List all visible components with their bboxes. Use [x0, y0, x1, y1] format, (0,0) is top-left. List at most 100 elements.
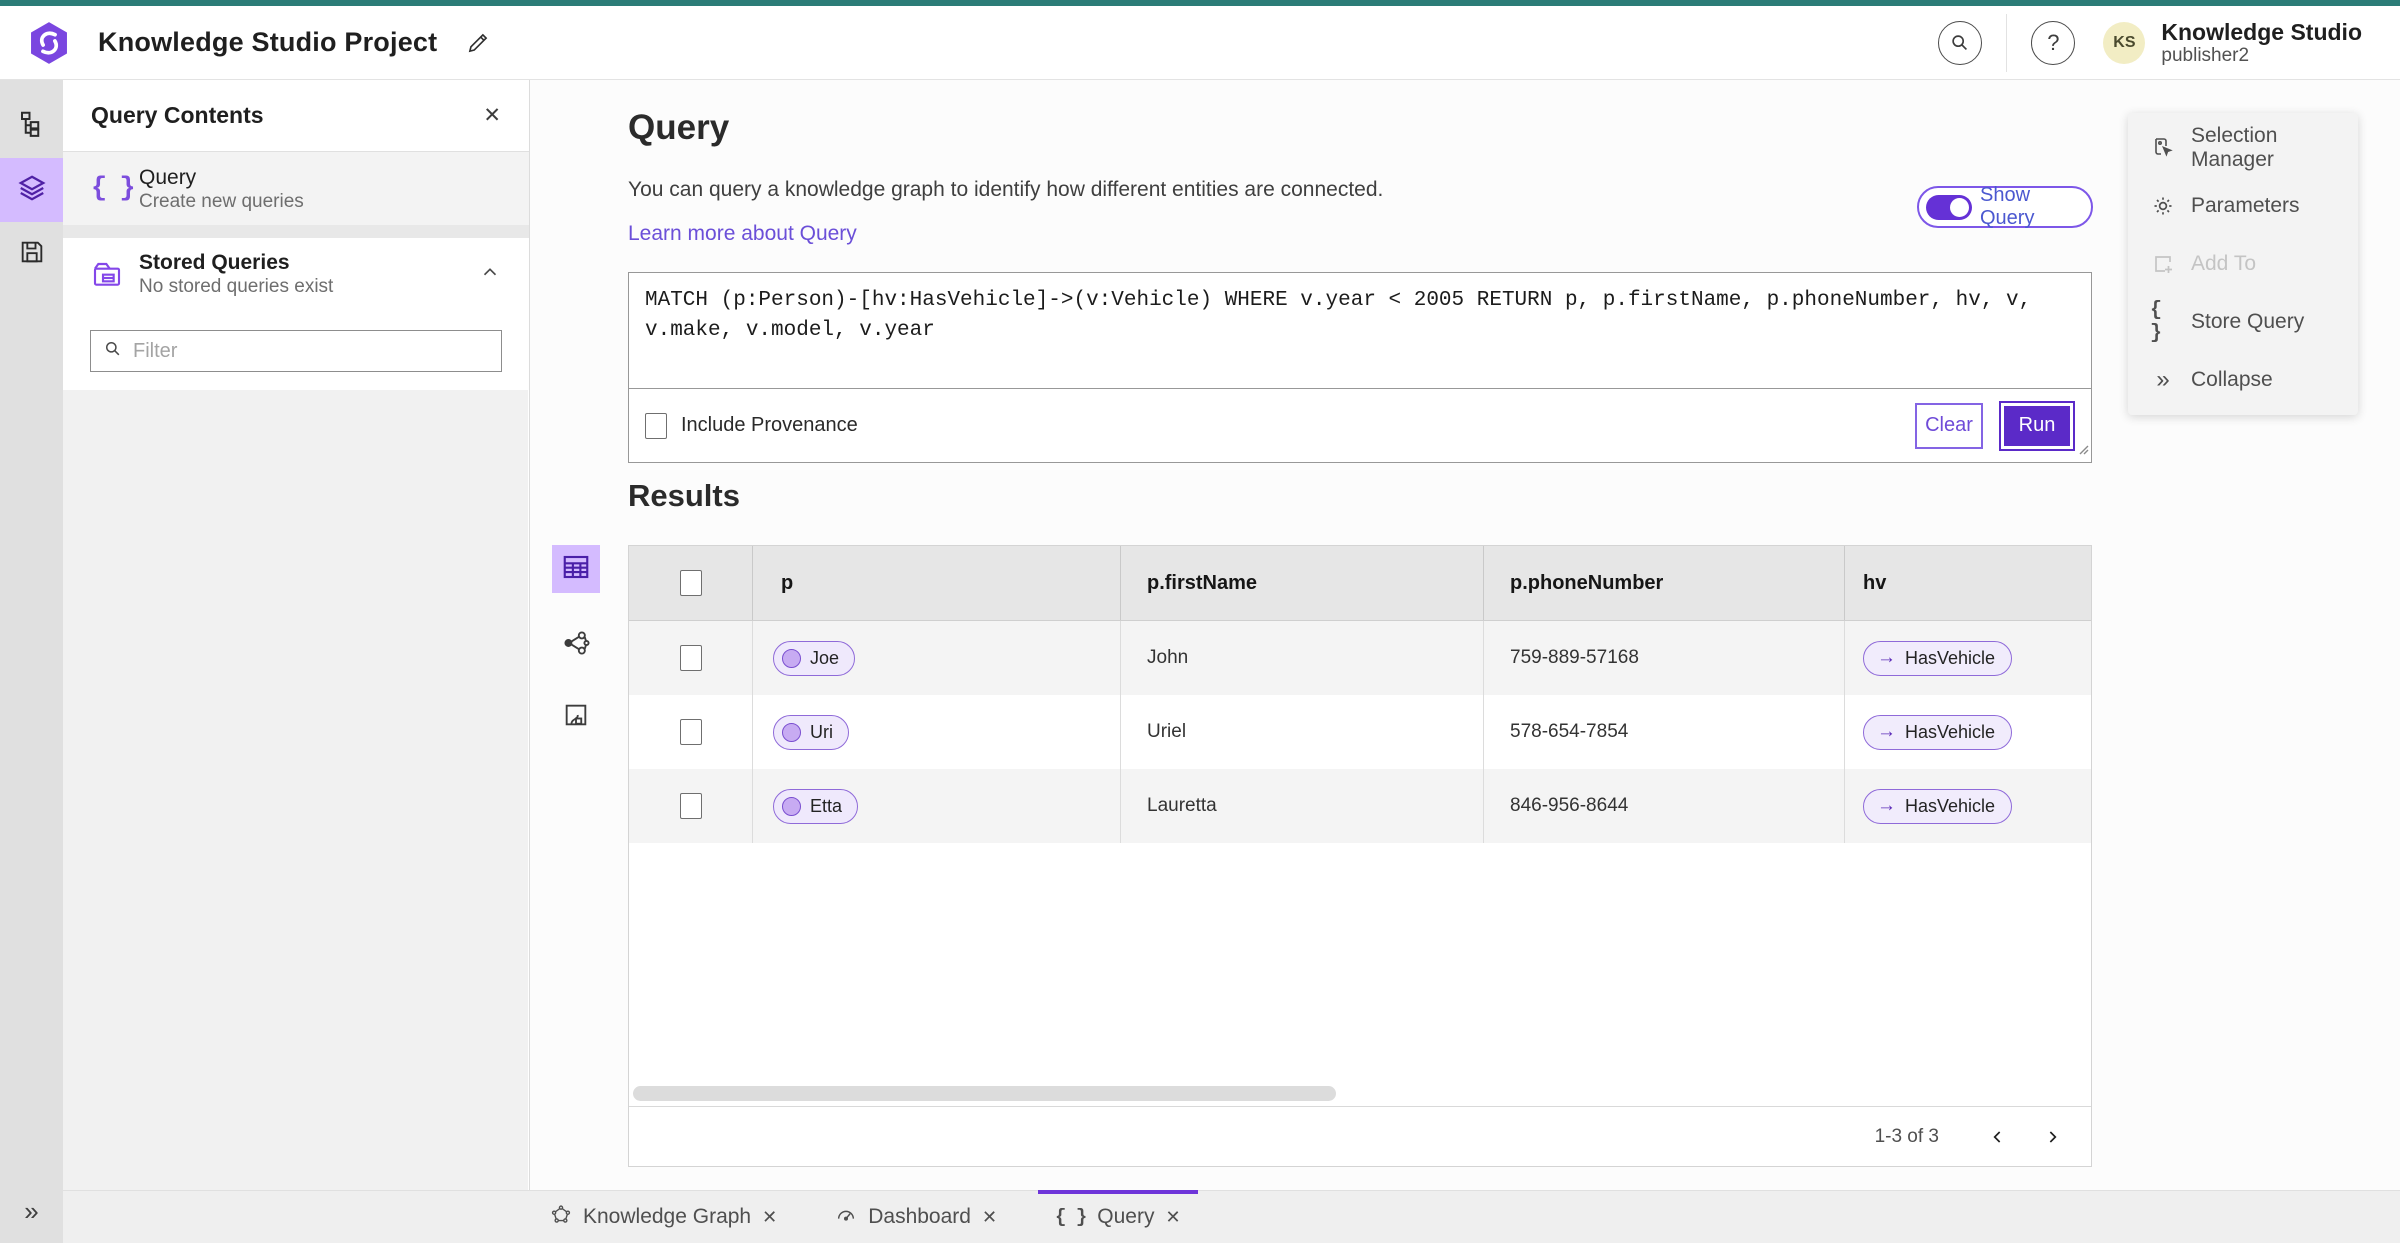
save-floppy-icon [18, 238, 46, 271]
toggle-on-icon[interactable] [1926, 194, 1972, 220]
query-description: You can query a knowledge graph to ident… [628, 178, 1384, 201]
node-dot-icon [782, 648, 801, 668]
menu-item-collapse[interactable]: » Collapse [2128, 351, 2358, 409]
show-query-label: Show Query [1980, 184, 2035, 229]
layers-icon [17, 173, 47, 208]
avatar[interactable]: KS [2103, 21, 2146, 64]
header-cell-phone[interactable]: p.phoneNumber [1484, 546, 1845, 620]
row-checkbox[interactable] [679, 719, 702, 745]
pagination-range: 1-3 of 3 [1874, 1125, 1939, 1147]
cell-firstname: John [1121, 621, 1484, 695]
graph-share-icon [562, 629, 590, 662]
graph-view-button[interactable] [552, 621, 600, 669]
selection-manager-icon [2150, 136, 2176, 160]
query-item-title: Query [139, 165, 197, 189]
tab-query[interactable]: { } Query ✕ [1038, 1190, 1198, 1243]
menu-item-store-query[interactable]: { } Store Query [2128, 293, 2358, 351]
sidebar-item-knowledge-graph[interactable] [0, 94, 63, 158]
row-checkbox[interactable] [679, 793, 702, 819]
previous-page-button[interactable] [1983, 1122, 2013, 1152]
tab-knowledge-graph[interactable]: Knowledge Graph ✕ [533, 1191, 794, 1243]
include-provenance-checkbox[interactable] [645, 412, 667, 439]
stored-item-title: Stored Queries [139, 251, 290, 274]
tab-label: Query [1097, 1205, 1155, 1228]
cell-phone: 759-889-57168 [1484, 621, 1845, 695]
collapse-icon: » [2156, 366, 2170, 393]
panel-divider [63, 225, 529, 238]
bottom-tab-bar: Knowledge Graph ✕ Dashboard ✕ { } Query … [63, 1190, 2400, 1243]
table-row[interactable]: Joe John 759-889-57168 → HasVehicle [629, 621, 2091, 695]
search-icon [103, 339, 123, 364]
edge-label: HasVehicle [1905, 647, 1996, 668]
query-textarea[interactable]: MATCH (p:Person)-[hv:HasVehicle]->(v:Veh… [629, 273, 2091, 389]
edge-pill[interactable]: → HasVehicle [1863, 714, 2013, 750]
sidebar-item-query[interactable] [0, 158, 63, 222]
close-icon[interactable]: ✕ [1165, 1207, 1180, 1228]
next-page-button[interactable] [2037, 1122, 2067, 1152]
clear-button[interactable]: Clear [1915, 402, 1983, 449]
tab-label: Knowledge Graph [583, 1205, 752, 1228]
header-cell-firstname[interactable]: p.firstName [1121, 546, 1484, 620]
sidebar-item-save[interactable] [0, 222, 63, 286]
header-cell-hv[interactable]: hv [1845, 546, 2091, 620]
search-button[interactable] [1938, 20, 1983, 65]
panel-item-stored-queries[interactable]: Stored Queries No stored queries exist [63, 238, 529, 310]
map-view-button[interactable] [552, 693, 600, 741]
query-actions-menu: Selection Manager Parameters Add To { } … [2128, 113, 2358, 415]
scrollbar-thumb[interactable] [633, 1086, 1336, 1101]
close-icon[interactable]: ✕ [982, 1207, 997, 1228]
run-button[interactable]: Run [1999, 400, 2075, 451]
expand-rail-button[interactable]: » [0, 1187, 63, 1235]
results-table: p p.firstName p.phoneNumber hv Joe John … [628, 545, 2092, 1167]
menu-item-selection-manager[interactable]: Selection Manager [2128, 119, 2358, 177]
node-label: Joe [810, 647, 840, 668]
braces-icon: { } [2150, 299, 2162, 345]
header-cell-p[interactable]: p [753, 546, 1121, 620]
node-pill[interactable]: Joe [773, 640, 856, 676]
add-to-icon [2150, 252, 2176, 276]
edit-title-icon[interactable] [465, 30, 491, 56]
filter-field [90, 330, 502, 372]
table-view-button[interactable] [552, 545, 600, 593]
arrow-right-icon: → [1877, 795, 1896, 816]
node-pill[interactable]: Etta [773, 788, 859, 824]
filter-input[interactable] [133, 339, 489, 363]
cell-phone: 846-956-8644 [1484, 769, 1845, 843]
menu-item-parameters[interactable]: Parameters [2128, 177, 2358, 235]
help-button[interactable]: ? [2031, 20, 2076, 65]
edge-pill[interactable]: → HasVehicle [1863, 788, 2013, 824]
panel-close-icon[interactable]: ✕ [483, 103, 501, 128]
learn-more-link[interactable]: Learn more about Query [628, 222, 857, 246]
select-all-checkbox[interactable] [679, 570, 702, 596]
gear-icon [2150, 194, 2176, 218]
horizontal-scrollbar [629, 1082, 2091, 1106]
tab-dashboard[interactable]: Dashboard ✕ [818, 1191, 1014, 1243]
header-actions: ? KS Knowledge Studio publisher2 [1938, 13, 2362, 72]
node-label: Etta [810, 795, 843, 816]
query-heading: Query [628, 108, 730, 147]
panel-item-query[interactable]: { } Query Create new queries [63, 152, 529, 225]
node-dot-icon [782, 722, 801, 742]
table-row[interactable]: Uri Uriel 578-654-7854 → HasVehicle [629, 695, 2091, 769]
cell-firstname: Uriel [1121, 695, 1484, 769]
table-row[interactable]: Etta Lauretta 846-956-8644 → HasVehicle [629, 769, 2091, 843]
resize-grip-icon[interactable] [2075, 441, 2089, 460]
edge-pill[interactable]: → HasVehicle [1863, 640, 2013, 676]
page-title: Knowledge Studio Project [98, 27, 438, 57]
row-checkbox[interactable] [679, 645, 702, 671]
map-icon [562, 701, 590, 734]
cell-phone: 578-654-7854 [1484, 695, 1845, 769]
table-empty-area [629, 843, 2091, 1082]
table-header-row: p p.firstName p.phoneNumber hv [629, 546, 2091, 621]
menu-label: Parameters [2191, 194, 2300, 217]
hierarchy-tree-icon [17, 109, 47, 144]
query-contents-panel: Query Contents ✕ { } Query Create new qu… [63, 80, 530, 1190]
app-header: Knowledge Studio Project ? KS Knowledge … [0, 6, 2400, 80]
arrow-right-icon: → [1877, 647, 1896, 668]
panel-item-stored-text: Stored Queries No stored queries exist [139, 250, 333, 298]
chevron-up-icon[interactable] [479, 261, 501, 288]
node-pill[interactable]: Uri [773, 714, 849, 750]
show-query-toggle[interactable]: Show Query [1917, 184, 2093, 229]
close-icon[interactable]: ✕ [762, 1207, 777, 1228]
panel-header: Query Contents ✕ [63, 80, 529, 152]
